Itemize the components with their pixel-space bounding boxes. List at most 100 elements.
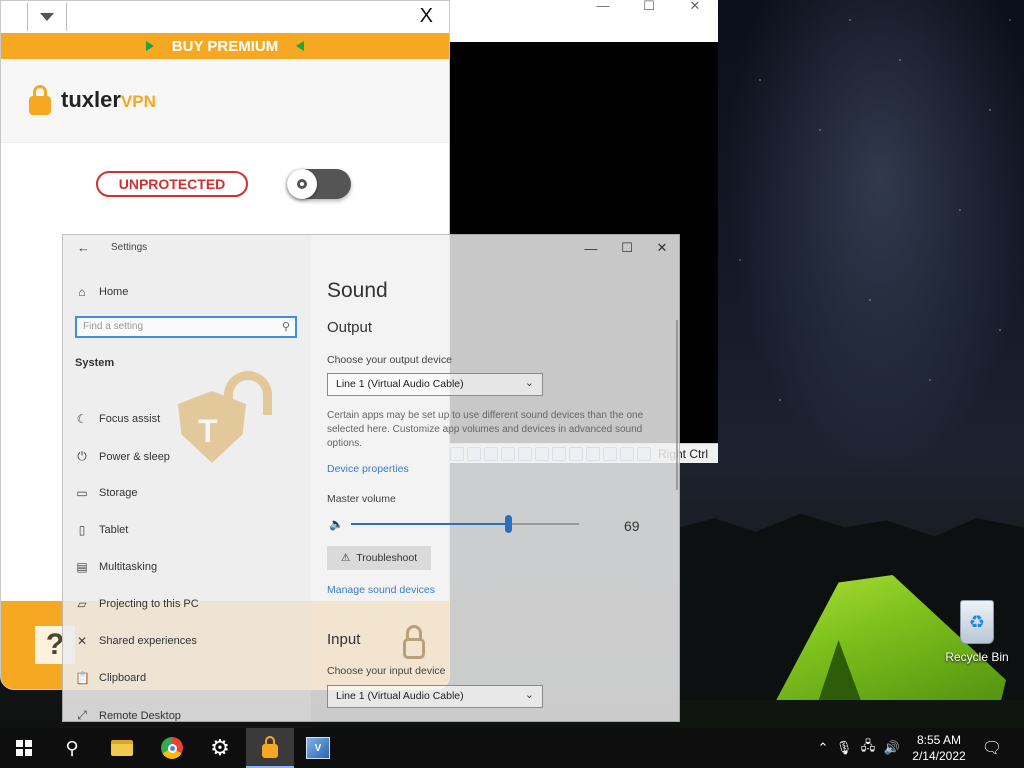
arrow-right-icon: [145, 41, 154, 51]
nav-item-projecting[interactable]: ▱ Projecting to this PC: [75, 597, 199, 611]
home-icon: ⌂: [78, 285, 86, 299]
brand-main: tuxler: [61, 87, 121, 112]
show-hidden-icons-chevron-icon[interactable]: ⌃: [814, 740, 832, 756]
nav-item-multitasking[interactable]: ▤ Multitasking: [75, 560, 157, 574]
nav-item-label: Remote Desktop: [99, 709, 181, 722]
vpn-toggle[interactable]: [287, 169, 351, 199]
master-volume-label: Master volume: [327, 493, 396, 505]
search-icon: ⚲: [281, 321, 290, 333]
tuxler-watermark-lock-icon: T: [178, 371, 278, 466]
minimize-icon[interactable]: —: [580, 0, 626, 14]
clipboard-icon: 📋: [75, 671, 90, 685]
volume-slider-thumb[interactable]: [505, 515, 513, 533]
background-window-titlebar: — ☐ ✕: [440, 0, 718, 42]
nav-item-power-sleep[interactable]: ⏻ Power & sleep: [75, 449, 170, 464]
nav-item-focus-assist[interactable]: ☾ Focus assist: [75, 412, 161, 426]
network-icon[interactable]: 🖧: [856, 737, 880, 759]
back-arrow-icon[interactable]: ←: [77, 240, 90, 255]
brand-accent: VPN: [120, 92, 156, 111]
recycle-bin-icon: ♻: [960, 600, 994, 644]
file-explorer-button[interactable]: [98, 728, 146, 768]
connection-status-badge: UNPROTECTED: [96, 171, 248, 197]
output-device-label: Choose your output device: [327, 354, 452, 366]
lock-icon: [29, 85, 51, 115]
dropdown-arrow-icon: [40, 13, 54, 21]
recycle-bin-label: Recycle Bin: [945, 650, 1009, 664]
nav-item-storage[interactable]: ▭ Storage: [75, 486, 137, 500]
nav-item-clipboard[interactable]: 📋 Clipboard: [75, 671, 146, 685]
search-icon: ⚲: [65, 737, 79, 758]
input-device-dropdown[interactable]: Line 1 (Virtual Audio Cable) ⌄: [327, 685, 543, 708]
gear-icon: ⚙: [210, 735, 230, 760]
speaker-icon[interactable]: 🔈: [329, 517, 344, 531]
search-button[interactable]: ⚲: [48, 728, 96, 768]
nav-item-label: Clipboard: [99, 672, 147, 684]
maximize-button[interactable]: ☐: [610, 237, 644, 259]
input-device-label: Choose your input device: [327, 665, 446, 677]
nav-item-label: Focus assist: [99, 413, 161, 425]
buy-premium-banner[interactable]: BUY PREMIUM: [1, 33, 449, 59]
settings-window: T ⌂ Home Find a setting ⚲ System ☾ Focus…: [62, 234, 680, 722]
notification-icon: 🗨: [981, 740, 1003, 757]
master-volume-slider[interactable]: [351, 515, 579, 533]
settings-content: Sound Output Choose your output device L…: [311, 235, 679, 721]
buy-premium-label: BUY PREMIUM: [171, 37, 279, 55]
virtualbox-icon: V: [306, 737, 330, 759]
section-label: System: [75, 357, 115, 369]
tuxler-taskbar-button[interactable]: [246, 728, 294, 768]
minimize-button[interactable]: —: [574, 237, 608, 259]
microphone-icon[interactable]: 🎙: [832, 740, 856, 756]
chrome-icon: [161, 737, 183, 759]
recycle-bin-shortcut[interactable]: ♻ Recycle Bin: [942, 600, 1012, 664]
settings-taskbar-button[interactable]: ⚙: [196, 728, 244, 768]
moon-icon: ☾: [76, 412, 88, 426]
virtualbox-taskbar-button[interactable]: V: [294, 728, 342, 768]
volume-icon[interactable]: 🔊: [880, 740, 904, 756]
nav-item-label: Shared experiences: [99, 635, 197, 647]
maximize-icon[interactable]: ☐: [626, 0, 672, 14]
close-icon[interactable]: ✕: [672, 0, 718, 14]
nav-home[interactable]: ⌂ Home: [75, 285, 128, 299]
nav-item-remote-desktop[interactable]: ⤢ Remote Desktop: [75, 708, 181, 722]
settings-sidebar: T ⌂ Home Find a setting ⚲ System ☾ Focus…: [63, 235, 311, 722]
input-device-value: Line 1 (Virtual Audio Cable): [336, 690, 464, 702]
tuxler-close-button[interactable]: X: [420, 5, 433, 28]
nav-item-shared-experiences[interactable]: ✕ Shared experiences: [75, 634, 197, 648]
tablet-icon: ▯: [78, 523, 86, 537]
output-device-value: Line 1 (Virtual Audio Cable): [336, 378, 464, 390]
action-center-button[interactable]: 🗨: [980, 728, 1004, 768]
output-heading: Output: [327, 319, 373, 336]
volume-slider-fill: [351, 523, 509, 525]
device-properties-link[interactable]: Device properties: [327, 463, 409, 475]
folder-icon: [111, 740, 133, 756]
nav-home-label: Home: [99, 286, 129, 298]
storage-icon: ▭: [76, 486, 88, 500]
search-input[interactable]: Find a setting ⚲: [75, 316, 297, 338]
tuxler-titlebar: X: [1, 1, 449, 33]
tuxler-menu-button[interactable]: [27, 3, 67, 31]
output-device-dropdown[interactable]: Line 1 (Virtual Audio Cable) ⌄: [327, 373, 543, 396]
nav-item-label: Multitasking: [99, 561, 158, 573]
nav-item-label: Projecting to this PC: [99, 598, 199, 610]
tuxler-logo: tuxlerVPN: [29, 85, 156, 115]
tuxler-brand: tuxlerVPN: [61, 87, 156, 113]
input-heading: Input: [327, 631, 361, 648]
windows-logo-icon: [16, 740, 32, 756]
manage-sound-devices-link[interactable]: Manage sound devices: [327, 584, 435, 596]
power-icon: ⏻: [77, 449, 87, 463]
clock-date: 2/14/2022: [912, 749, 966, 763]
chevron-down-icon: ⌄: [524, 377, 534, 389]
clock-time: 8:55 AM: [916, 733, 962, 747]
close-button[interactable]: ✕: [645, 237, 679, 259]
troubleshoot-button[interactable]: ⚠ Troubleshoot: [327, 546, 431, 570]
clock[interactable]: 8:55 AM 2/14/2022: [906, 732, 972, 764]
chrome-button[interactable]: [148, 728, 196, 768]
shared-icon: ✕: [76, 634, 88, 648]
settings-scrollbar[interactable]: [676, 320, 678, 490]
warning-icon: ⚠: [340, 552, 351, 564]
ground: [680, 700, 1024, 728]
start-button[interactable]: [0, 728, 48, 768]
taskbar: ⚲ ⚙ V ⌃ 🎙 🖧 🔊 8:55 AM 2/14/2022 🗨: [0, 728, 1024, 768]
nav-item-label: Power & sleep: [99, 450, 170, 463]
nav-item-tablet[interactable]: ▯ Tablet: [75, 523, 129, 537]
